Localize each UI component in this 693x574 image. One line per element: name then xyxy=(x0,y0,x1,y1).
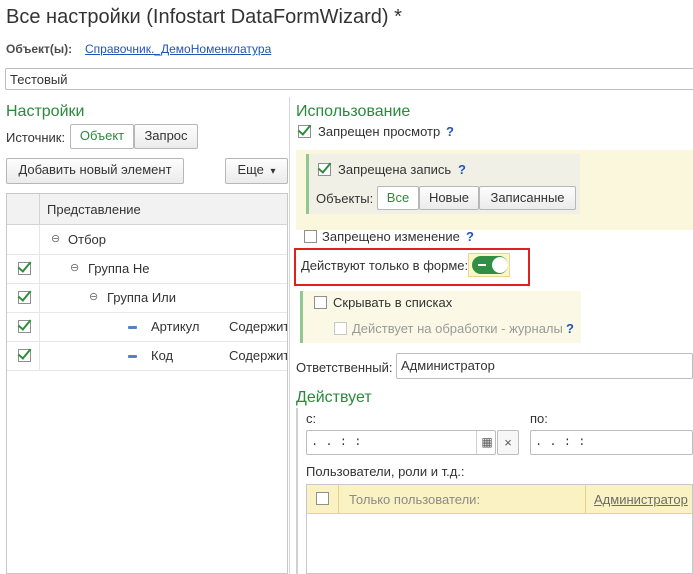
add-new-element-button[interactable]: Добавить новый элемент xyxy=(6,158,184,184)
users-table-header: Только пользователи: Администратор xyxy=(307,485,692,514)
column-header-presentation[interactable]: Представление xyxy=(47,202,141,217)
object-label: Объект(ы): xyxy=(6,42,73,56)
deny-change-label: Запрещено изменение xyxy=(322,229,460,244)
users-admin-link[interactable]: Администратор xyxy=(594,492,688,507)
panel-divider xyxy=(289,97,290,574)
responsible-field[interactable]: Администратор xyxy=(396,353,693,379)
hide-in-lists-checkbox[interactable] xyxy=(314,296,327,309)
row-checkbox[interactable] xyxy=(18,262,31,275)
source-object-button[interactable]: Объект xyxy=(70,124,134,149)
chevron-down-icon: ▾ xyxy=(270,166,276,177)
table-row[interactable]: ⊖ Группа Или xyxy=(7,283,287,313)
objects-new-button[interactable]: Новые xyxy=(419,186,479,210)
deny-write-label: Запрещена запись xyxy=(338,162,452,177)
group-marker xyxy=(306,154,309,214)
acts-title: Действует xyxy=(296,389,372,406)
row-condition: Содержит xyxy=(229,319,288,334)
objects-label: Объекты: xyxy=(316,191,374,206)
more-label: Еще xyxy=(237,162,264,177)
deny-change-checkbox[interactable] xyxy=(304,230,317,243)
more-button[interactable]: Еще ▾ xyxy=(225,158,288,184)
from-label: с: xyxy=(306,411,317,426)
usage-title: Использование xyxy=(296,103,411,120)
settings-title: Настройки xyxy=(6,103,85,120)
form-only-toggle[interactable] xyxy=(472,256,508,274)
apply-processing-help-icon[interactable]: ? xyxy=(566,321,574,336)
field-icon xyxy=(128,326,137,329)
deny-write-help-icon[interactable]: ? xyxy=(458,162,466,177)
from-date-input[interactable]: . . : : xyxy=(306,430,496,455)
apply-processing-checkbox[interactable] xyxy=(334,322,347,335)
grid-header: Представление xyxy=(7,194,287,225)
tree-collapse-icon[interactable]: ⊖ xyxy=(89,290,98,303)
close-icon: × xyxy=(504,435,512,450)
table-row[interactable]: Артикул Содержит xyxy=(7,312,287,342)
tree-collapse-icon[interactable]: ⊖ xyxy=(51,232,60,245)
name-input[interactable] xyxy=(5,68,693,90)
to-label: по: xyxy=(530,411,548,426)
source-query-button[interactable]: Запрос xyxy=(134,124,198,149)
row-label: Код xyxy=(151,348,174,363)
toggle-knob xyxy=(492,257,508,273)
row-checkbox[interactable] xyxy=(18,291,31,304)
objects-written-button[interactable]: Записанные xyxy=(479,186,576,210)
users-only-label: Только пользователи: xyxy=(349,492,481,507)
deny-view-checkbox[interactable] xyxy=(298,125,311,138)
calendar-icon[interactable]: ▦ xyxy=(476,431,497,454)
to-date-input[interactable]: . . : : xyxy=(530,430,693,455)
row-checkbox[interactable] xyxy=(18,349,31,362)
form-only-label: Действуют только в форме: xyxy=(301,258,469,273)
clear-from-date-button[interactable]: × xyxy=(497,430,519,455)
users-table: Только пользователи: Администратор xyxy=(306,484,693,574)
acts-group-marker xyxy=(296,408,298,574)
deny-view-help-icon[interactable]: ? xyxy=(446,124,454,139)
row-condition: Содержит xyxy=(229,348,288,363)
source-label: Источник: xyxy=(6,130,66,145)
row-label: Группа Не xyxy=(88,261,150,276)
row-label: Артикул xyxy=(151,319,200,334)
row-label: Группа Или xyxy=(107,290,177,305)
objects-all-button[interactable]: Все xyxy=(377,186,419,210)
apply-processing-label: Действует на обработки - журналы xyxy=(352,321,563,336)
row-checkbox[interactable] xyxy=(18,320,31,333)
users-label: Пользователи, роли и т.д.: xyxy=(306,464,465,479)
settings-grid: Представление ⊖ Отбор ⊖ Группа Не ⊖ Груп… xyxy=(6,193,288,574)
deny-write-checkbox[interactable] xyxy=(318,163,331,176)
hide-in-lists-label: Скрывать в списках xyxy=(333,295,453,310)
table-row[interactable]: Код Содержит xyxy=(7,341,287,371)
field-icon xyxy=(128,355,137,358)
row-label: Отбор xyxy=(68,232,106,247)
toggle-on-mark xyxy=(478,264,486,266)
table-row[interactable]: ⊖ Отбор xyxy=(7,225,287,255)
deny-view-label: Запрещен просмотр xyxy=(318,124,441,139)
object-link[interactable]: Справочник._ДемоНоменклатура xyxy=(85,42,271,56)
window-title: Все настройки (Infostart DataFormWizard)… xyxy=(6,6,402,28)
users-only-checkbox[interactable] xyxy=(316,492,329,505)
table-row[interactable]: ⊖ Группа Не xyxy=(7,254,287,284)
responsible-label: Ответственный: xyxy=(296,360,393,375)
deny-change-help-icon[interactable]: ? xyxy=(466,229,474,244)
tree-collapse-icon[interactable]: ⊖ xyxy=(70,261,79,274)
